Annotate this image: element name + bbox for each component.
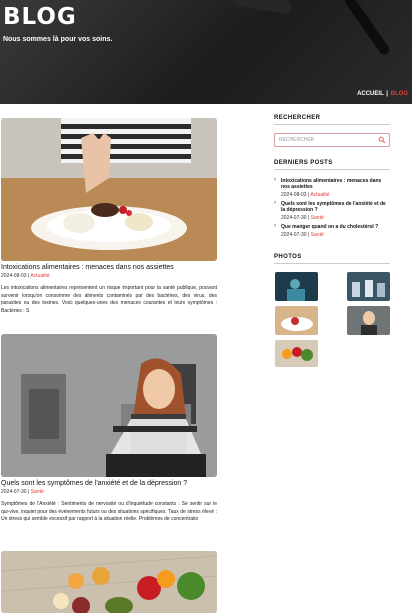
nav-home-link[interactable]: ACCUEIL <box>357 91 384 97</box>
search-heading: RECHERCHER <box>274 115 321 121</box>
nav-blog-link[interactable]: BLOG <box>391 91 408 97</box>
list-item: Intoxications alimentaires : menaces dan… <box>274 177 390 198</box>
recent-posts-heading: DERNIERS POSTS <box>274 160 333 166</box>
recent-posts-list: Intoxications alimentaires : menaces dan… <box>274 177 390 238</box>
recent-post-link[interactable]: Quels sont les symptômes de l'anxiété et… <box>281 201 390 213</box>
post-card: Quels sont les symptômes de l'anxiété et… <box>1 334 217 524</box>
recent-post-link[interactable]: Intoxications alimentaires : menaces dan… <box>281 178 390 190</box>
meta-separator: | <box>307 232 310 238</box>
meta-separator: | <box>27 489 30 495</box>
header-banner: BLOG Nous sommes là pour vos soins. ACCU… <box>0 0 412 104</box>
post-image[interactable] <box>1 118 217 261</box>
photo-thumbnail[interactable] <box>275 306 318 335</box>
post-category-link[interactable]: Actualité <box>30 273 49 279</box>
divider <box>274 169 390 170</box>
recent-post-category-link[interactable]: Santé <box>311 232 324 238</box>
recent-post-meta: 2024-07-30 | Santé <box>281 232 390 238</box>
meta-separator: | <box>307 215 310 221</box>
photo-thumbnail[interactable] <box>275 340 318 367</box>
recent-post-meta: 2024-08-03 | Actualité <box>281 192 390 198</box>
divider <box>274 124 390 125</box>
post-card: Intoxications alimentaires : menaces dan… <box>1 118 217 315</box>
post-date: 2024-08-03 <box>1 273 27 279</box>
recent-post-date: 2024-07-30 <box>281 232 307 238</box>
recent-post-date: 2024-08-03 <box>281 192 307 198</box>
recent-post-category-link[interactable]: Santé <box>311 215 324 221</box>
post-meta: 2024-08-03 | Actualité <box>1 273 217 279</box>
photo-thumbnail[interactable] <box>275 272 318 301</box>
post-card <box>1 551 217 613</box>
post-meta: 2024-07-30 | Santé <box>1 489 217 495</box>
post-title[interactable]: Quels sont les symptômes de l'anxiété et… <box>1 480 217 487</box>
recent-post-link[interactable]: Que manger quand on a du cholestérol ? <box>281 224 390 230</box>
page-title: BLOG <box>3 4 77 30</box>
search-placeholder: RECHERCHER <box>279 137 315 143</box>
post-image[interactable] <box>1 551 217 613</box>
recent-post-date: 2024-07-30 <box>281 215 307 221</box>
recent-post-meta: 2024-07-30 | Santé <box>281 215 390 221</box>
search-icon[interactable] <box>378 136 386 144</box>
search-input[interactable]: RECHERCHER <box>274 133 390 147</box>
sidebar: RECHERCHER RECHERCHER DERNIERS POSTS Int… <box>274 115 390 392</box>
post-title[interactable]: Intoxications alimentaires : menaces dan… <box>1 264 217 271</box>
post-excerpt: Les intoxications alimentaires représent… <box>1 285 217 314</box>
post-date: 2024-07-30 <box>1 489 27 495</box>
divider <box>274 263 390 264</box>
photo-gallery <box>274 272 390 392</box>
photo-thumbnail[interactable] <box>347 272 390 301</box>
photos-heading: PHOTOS <box>274 254 302 260</box>
list-item: Quels sont les symptômes de l'anxiété et… <box>274 200 390 221</box>
top-nav: ACCUEIL | BLOG <box>357 91 408 97</box>
list-item: Que manger quand on a du cholestérol ? 2… <box>274 223 390 238</box>
nav-separator: | <box>386 91 388 97</box>
photo-thumbnail[interactable] <box>347 306 390 335</box>
post-image[interactable] <box>1 334 217 477</box>
post-category-link[interactable]: Santé <box>31 489 44 495</box>
post-excerpt: Symptômes de l'Anxiété : Sentiments de n… <box>1 501 217 522</box>
recent-post-category-link[interactable]: Actualité <box>310 192 329 198</box>
decorative-shape <box>231 0 293 16</box>
pen-image <box>342 0 392 57</box>
tagline: Nous sommes là pour vos soins. <box>3 36 113 43</box>
